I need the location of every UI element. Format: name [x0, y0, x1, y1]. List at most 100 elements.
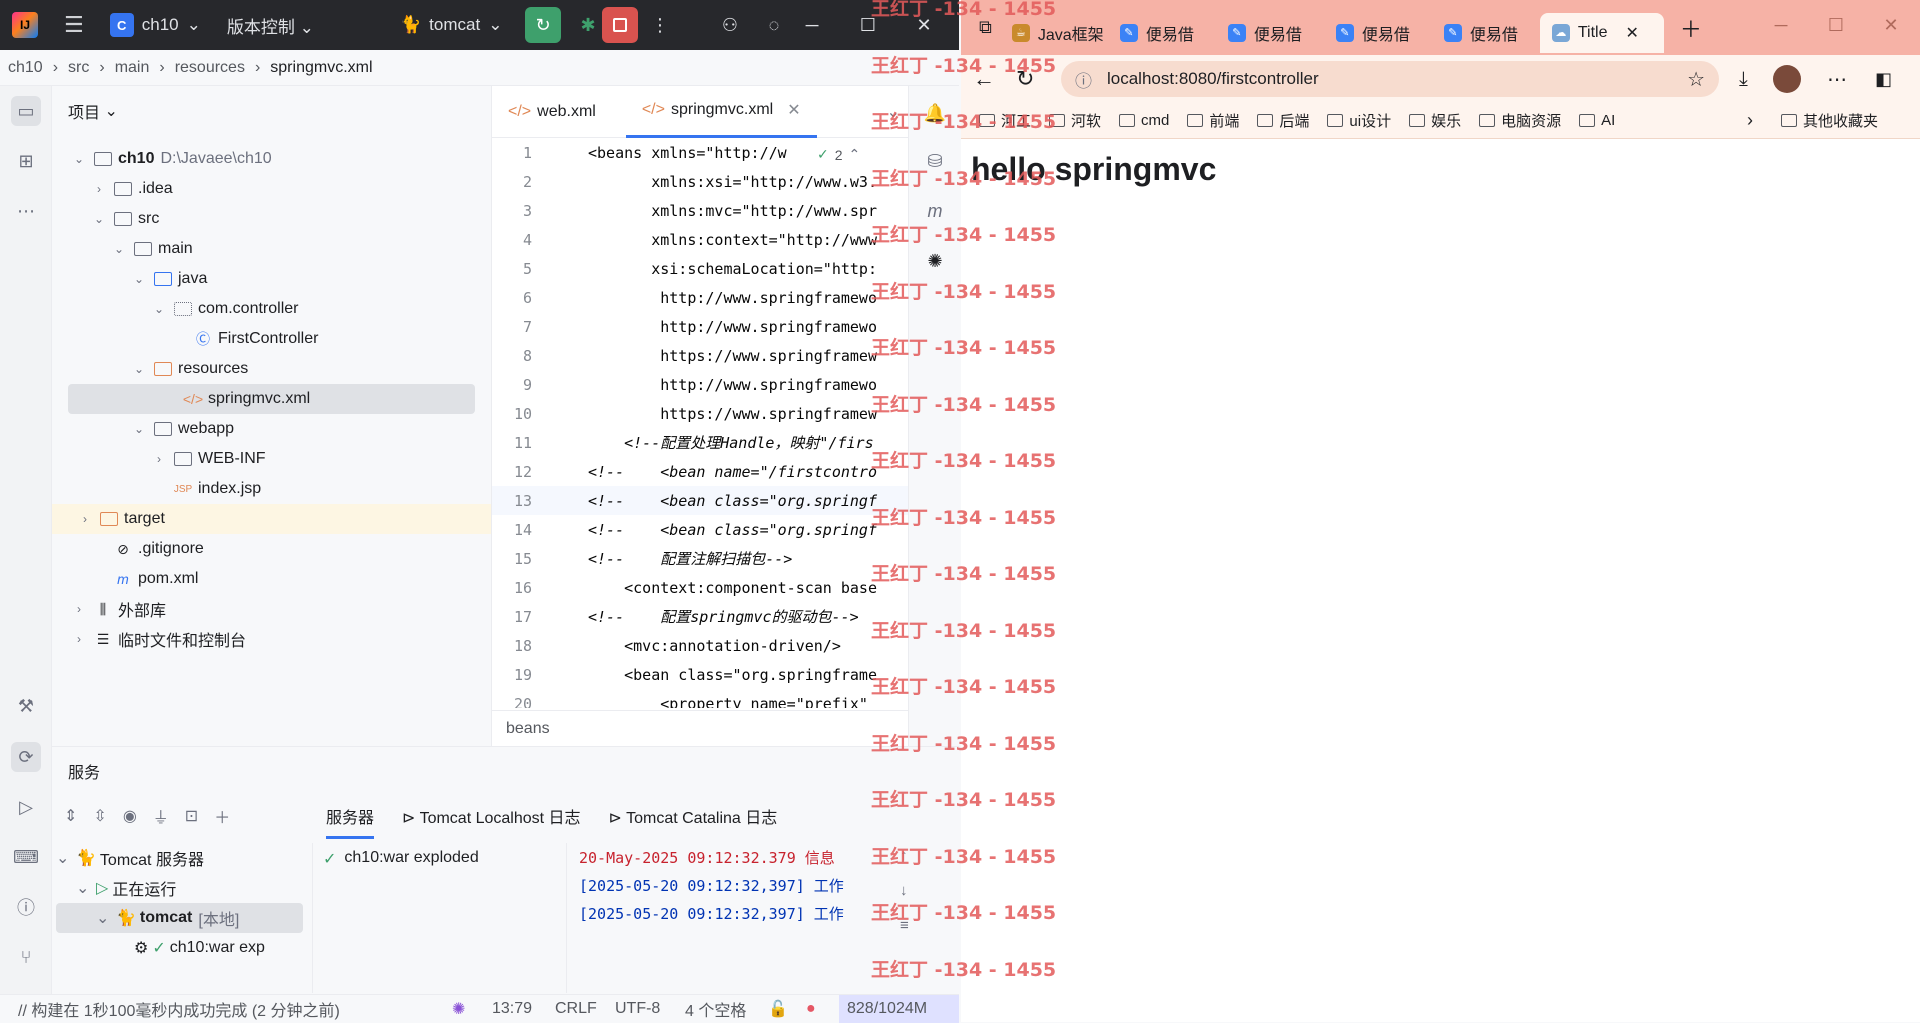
bookmark-folder[interactable]: AI	[1579, 112, 1615, 129]
bookmark-folder[interactable]: ui设计	[1327, 110, 1391, 131]
code-line[interactable]: 15 <!-- 配置注解扫描包-->	[492, 544, 908, 573]
lock-icon[interactable]: 🔓	[768, 999, 788, 1019]
code-area[interactable]: 1 <beans xmlns="http://w 2 xmlns:xsi="http…	[492, 138, 908, 708]
version-control-menu[interactable]: 版本控制 ⌄	[227, 13, 314, 38]
close-tab-icon[interactable]: ✕	[787, 100, 800, 120]
git-tool-icon[interactable]: ⑂	[11, 942, 41, 972]
build-tool-icon[interactable]: ⚒	[11, 691, 41, 721]
sidebar-icon[interactable]: ◧	[1875, 69, 1892, 90]
services-tree-item[interactable]: ⚙ ✓ ch10:war exp	[52, 933, 307, 963]
code-line[interactable]: 10 https://www.springframew	[492, 399, 908, 428]
error-icon[interactable]: ●	[806, 1000, 816, 1018]
scroll-down-icon[interactable]: ↓	[900, 882, 909, 899]
favorite-star-icon[interactable]: ☆	[1687, 67, 1705, 92]
tree-item[interactable]: › .idea	[66, 174, 491, 204]
services-tree-item[interactable]: ⌄ ▷ 正在运行	[52, 873, 307, 903]
maximize-button[interactable]: ☐	[1806, 0, 1866, 50]
browser-tab[interactable]: ✎ 便易借	[1324, 13, 1432, 53]
debug-button[interactable]: ✱	[570, 7, 606, 43]
new-tab-icon[interactable]: ＋	[1680, 12, 1702, 44]
tree-item[interactable]: ⌄ ch10 D:\Javaee\ch10	[66, 144, 491, 174]
collapse-all-icon[interactable]: ⇳	[93, 806, 106, 826]
breadcrumb-item[interactable]: ch10	[8, 59, 43, 77]
tree-item[interactable]: ⌄ main	[66, 234, 491, 264]
view-options-icon[interactable]: ◉	[123, 806, 137, 826]
tree-item[interactable]: ⌄ resources	[66, 354, 491, 384]
memory-indicator[interactable]: 828/1024M	[839, 995, 959, 1023]
caret-position[interactable]: 13:79	[492, 1000, 532, 1018]
terminal-tool-icon[interactable]: ⌨	[11, 842, 41, 872]
inspection-widget[interactable]: ✓ 2 ⌃	[817, 146, 861, 163]
intellij-logo-icon[interactable]: IJ	[12, 12, 38, 38]
tab-server[interactable]: 服务器	[326, 804, 375, 839]
bookmark-folder[interactable]: 后端	[1257, 110, 1309, 131]
code-line[interactable]: 18 <mvc:annotation-driven/>	[492, 631, 908, 660]
new-group-icon[interactable]: ⊡	[185, 806, 198, 826]
browser-tab-active[interactable]: ☁ Title ✕	[1539, 12, 1664, 53]
bookmark-folder[interactable]: 河软	[1049, 110, 1101, 131]
file-encoding[interactable]: UTF-8	[615, 1000, 660, 1018]
tree-item[interactable]: ⌄ webapp	[66, 414, 491, 444]
code-line[interactable]: 2 xmlns:xsi="http://www.w3.	[492, 167, 908, 196]
more-tools-icon[interactable]: ⋯	[11, 196, 41, 226]
tree-item[interactable]: › WEB-INF	[66, 444, 491, 474]
profile-avatar[interactable]	[1773, 65, 1801, 93]
editor-breadcrumb[interactable]: beans	[492, 710, 908, 746]
info-icon[interactable]: ⓘ	[1075, 67, 1092, 92]
services-tree-item[interactable]: ⌄ 🐈 Tomcat 服务器	[52, 843, 307, 873]
bookmark-folder[interactable]: 娱乐	[1409, 110, 1461, 131]
add-user-icon[interactable]: ⚇	[712, 7, 748, 43]
close-window-button[interactable]: ✕	[1861, 0, 1920, 50]
problems-tool-icon[interactable]: ⓘ	[11, 892, 41, 922]
tree-item[interactable]: JSP index.jsp	[66, 474, 491, 504]
tab-springmvc-xml[interactable]: </> springmvc.xml ✕	[625, 86, 817, 138]
add-service-icon[interactable]: ＋	[214, 804, 230, 828]
project-panel-header[interactable]: 项目 ⌄	[52, 86, 491, 136]
run-tool-icon[interactable]: ▷	[11, 792, 41, 822]
code-line[interactable]: 7 http://www.springframewo	[492, 312, 908, 341]
code-line[interactable]: 13 <!-- <bean class="org.springf	[492, 486, 908, 515]
tree-item[interactable]: ⌄ java	[66, 264, 491, 294]
breadcrumb-item[interactable]: springmvc.xml	[270, 59, 372, 77]
tab-catalina-log[interactable]: ⊳ Tomcat Catalina 日志	[609, 804, 778, 828]
code-line[interactable]: 16 <context:component-scan base	[492, 573, 908, 602]
browser-tab[interactable]: ✎ 便易借	[1216, 13, 1324, 53]
breadcrumb-item[interactable]: src	[68, 59, 89, 77]
code-line[interactable]: 9 http://www.springframewo	[492, 370, 908, 399]
tree-item[interactable]: › target	[52, 504, 491, 534]
deployment-item[interactable]: ch10:war exploded	[344, 849, 478, 987]
tab-localhost-log[interactable]: ⊳ Tomcat Localhost 日志	[402, 804, 581, 828]
downloads-icon[interactable]: ⤓	[1739, 68, 1748, 91]
tree-item[interactable]: ⊘ .gitignore	[66, 534, 491, 564]
structure-tool-icon[interactable]: ⊞	[11, 146, 41, 176]
ai-assistant-icon[interactable]: ✺	[920, 246, 950, 276]
address-bar[interactable]: ⓘ localhost:8080/firstcontroller ☆	[1061, 61, 1719, 97]
code-line[interactable]: 3 xmlns:mvc="http://www.spr	[492, 196, 908, 225]
services-tree-item-selected[interactable]: ⌄ 🐈 tomcat [本地]	[56, 903, 303, 933]
code-line[interactable]: 8 https://www.springframew	[492, 341, 908, 370]
project-tool-icon[interactable]: ▭	[11, 96, 41, 126]
tree-item[interactable]: m pom.xml	[66, 564, 491, 594]
project-selector[interactable]: C ch10 ⌄	[109, 13, 201, 37]
browser-tab[interactable]: ✎ 便易借	[1108, 13, 1216, 53]
rerun-button[interactable]: ↻	[525, 7, 561, 43]
breadcrumb-item[interactable]: resources	[175, 59, 245, 77]
services-tool-icon[interactable]: ⟳	[11, 742, 41, 772]
tab-web-xml[interactable]: </> web.xml	[492, 86, 612, 138]
tree-item[interactable]: ⌄ src	[66, 204, 491, 234]
more-bookmarks-icon[interactable]: ›	[1747, 110, 1753, 131]
ai-status-icon[interactable]: ✺	[452, 999, 465, 1019]
code-line[interactable]: 4 xmlns:context="http://www	[492, 225, 908, 254]
tree-item[interactable]: Ⓒ FirstController	[66, 324, 491, 354]
more-actions-icon[interactable]: ⋮	[642, 7, 678, 43]
tree-item[interactable]: › ⫼ 外部库	[66, 594, 491, 624]
console-output[interactable]: 20-May-2025 09:12:32.379 信息 [2025-05-20 0…	[566, 843, 896, 993]
tree-item[interactable]: › ☰ 临时文件和控制台	[66, 624, 491, 654]
bookmark-folder[interactable]: 前端	[1187, 110, 1239, 131]
tree-item-selected[interactable]: </> springmvc.xml	[68, 384, 475, 414]
bookmark-folder[interactable]: 电脑资源	[1479, 110, 1561, 131]
bookmark-folder[interactable]: cmd	[1119, 112, 1169, 129]
expand-all-icon[interactable]: ⇕	[64, 806, 77, 826]
tree-item[interactable]: ⌄ com.controller	[66, 294, 491, 324]
code-line[interactable]: 12 <!-- <bean name="/firstcontro	[492, 457, 908, 486]
